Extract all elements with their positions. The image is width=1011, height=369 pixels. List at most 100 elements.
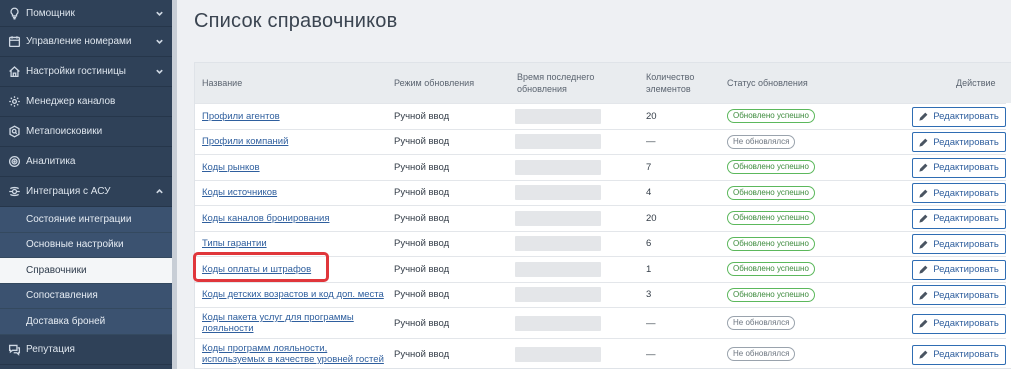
directory-link[interactable]: Коды пакета услуг для программы лояльнос… (202, 312, 387, 334)
edit-button[interactable]: Редактировать (912, 106, 1006, 127)
status-cell: Обновлено успешно (727, 232, 815, 257)
status-cell: Обновлено успешно (727, 257, 815, 282)
sidebar-item-analytics[interactable]: Аналитика (0, 147, 172, 177)
update-mode-cell: Ручной ввод (394, 348, 450, 360)
table-row: Коды рынков Ручной ввод 7 Обновлено успешно… (195, 154, 1006, 180)
sidebar-item-reputation[interactable]: Репутация (0, 335, 172, 365)
sidebar-item-label: Репутация (26, 343, 75, 355)
sidebar-subitem-directories[interactable]: Справочники (0, 258, 172, 284)
edit-button[interactable]: Редактировать (912, 344, 1006, 365)
last-update-cell (515, 232, 601, 257)
sidebar-item-pms-integration[interactable]: Интеграция с АСУ (0, 177, 172, 207)
redacted-timestamp (515, 210, 601, 226)
edit-button[interactable]: Редактировать (912, 157, 1006, 178)
status-cell: Обновлено успешно (727, 283, 815, 308)
pencil-icon (919, 138, 928, 147)
status-badge: Обновлено успешно (727, 262, 815, 277)
edit-button[interactable]: Редактировать (912, 183, 1006, 204)
last-update-cell (515, 283, 601, 308)
status-cell: Обновлено успешно (727, 206, 815, 231)
page-title: Список справочников (194, 10, 398, 32)
sidebar: Помощник Управление номерами Настройки г… (0, 0, 172, 369)
edit-button[interactable]: Редактировать (912, 234, 1006, 255)
status-cell: Обновлено успешно (727, 104, 815, 129)
update-mode-cell: Ручной ввод (394, 161, 450, 173)
directory-link[interactable]: Коды источников (202, 187, 277, 198)
status-badge: Не обновлялся (727, 316, 796, 330)
edit-button[interactable]: Редактировать (912, 313, 1006, 334)
sidebar-item-label: Интеграция с АСУ (26, 186, 111, 197)
sidebar-subitem-integration-status[interactable]: Состояние интеграции (0, 207, 172, 233)
redacted-timestamp (515, 315, 601, 331)
directory-name-cell: Коды каналов бронирования (202, 206, 387, 231)
column-header-name: Название (202, 78, 243, 88)
chevron-up-icon (154, 187, 164, 197)
update-mode-cell: Ручной ввод (394, 263, 450, 275)
sidebar-item-room-management[interactable]: Управление номерами (0, 27, 172, 57)
pencil-icon (919, 163, 928, 172)
integration-icon (6, 184, 22, 200)
sidebar-subitem-booking-delivery[interactable]: Доставка броней (0, 309, 172, 335)
column-header-mode: Режим обновления (394, 78, 475, 88)
sidebar-subitem-main-settings[interactable]: Основные настройки (0, 233, 172, 258)
table-row: Коды источников Ручной ввод 4 Обновлено усп… (195, 179, 1006, 206)
directory-link[interactable]: Типы гарантии (202, 238, 267, 249)
last-update-cell (515, 104, 601, 129)
edit-button-label: Редактировать (933, 187, 999, 199)
directories-table: Название Режим обновления Время последне… (194, 62, 1011, 369)
last-update-cell (515, 206, 601, 231)
sidebar-item-label: Управление номерами (26, 36, 132, 47)
redacted-timestamp (515, 185, 601, 201)
directory-link[interactable]: Профили компаний (202, 136, 288, 147)
status-badge: Обновлено успешно (727, 109, 815, 124)
edit-button[interactable]: Редактировать (912, 259, 1006, 280)
pencil-icon (919, 350, 928, 359)
table-row: Профили агентов Ручной ввод 20 Обновлено ус… (195, 103, 1006, 129)
pencil-icon (919, 265, 928, 274)
edit-button[interactable]: Редактировать (912, 208, 1006, 229)
sidebar-item-metasearch[interactable]: Метапоисковики (0, 117, 172, 147)
sidebar-submenu: Состояние интеграции Основные настройки … (0, 207, 172, 335)
update-mode-cell: Ручной ввод (394, 136, 450, 148)
directory-name-cell: Коды рынков (202, 155, 387, 180)
table-row: Коды оплаты и штрафов Ручной ввод 1 Обновле… (195, 256, 1006, 282)
status-badge: Обновлено успешно (727, 160, 815, 175)
directory-link[interactable]: Коды каналов бронирования (202, 213, 329, 224)
sidebar-subitem-mappings[interactable]: Сопоставления (0, 284, 172, 309)
edit-button[interactable]: Редактировать (912, 132, 1006, 153)
status-badge: Обновлено успешно (727, 236, 815, 251)
directory-link[interactable]: Коды оплаты и штрафов (202, 264, 311, 275)
directory-name-cell: Профили компаний (202, 130, 387, 155)
main-content: Список справочников Название Режим обнов… (177, 0, 1011, 369)
pencil-icon (919, 112, 928, 121)
table-header: Название Режим обновления Время последне… (195, 63, 1011, 103)
chat-icon (6, 341, 22, 357)
directory-name-cell: Коды источников (202, 181, 387, 206)
table-row: Типы гарантии Ручной ввод 6 Обновлено успеш… (195, 230, 1006, 257)
directory-link[interactable]: Коды детских возрастов и код доп. места (202, 289, 384, 300)
directory-name-cell: Типы гарантии (202, 232, 387, 257)
edit-button-label: Редактировать (933, 264, 999, 276)
edit-button[interactable]: Редактировать (912, 285, 1006, 306)
table-row: Профили компаний Ручной ввод — Не обновлялс… (195, 128, 1006, 155)
directory-link[interactable]: Профили агентов (202, 111, 280, 122)
sidebar-item-channel-manager[interactable]: Менеджер каналов (0, 87, 172, 117)
sidebar-item-hotel-settings[interactable]: Настройки гостиницы (0, 57, 172, 87)
update-mode-cell: Ручной ввод (394, 317, 450, 329)
pencil-icon (919, 189, 928, 198)
status-cell: Не обновлялся (727, 339, 796, 369)
pencil-icon (919, 214, 928, 223)
directory-link[interactable]: Коды рынков (202, 162, 260, 173)
pencil-icon (919, 291, 928, 300)
search-icon (6, 124, 22, 140)
edit-button-label: Редактировать (933, 111, 999, 123)
sidebar-item-label: Метапоисковики (26, 126, 103, 137)
redacted-timestamp (515, 287, 601, 303)
directory-name-cell: Коды программ лояльности, используемых в… (202, 339, 387, 369)
status-cell: Обновлено успешно (727, 181, 815, 206)
sidebar-item-assistant[interactable]: Помощник (0, 0, 172, 27)
update-mode-cell: Ручной ввод (394, 238, 450, 250)
sidebar-item-label: Настройки гостиницы (26, 66, 126, 77)
directory-link[interactable]: Коды программ лояльности, используемых в… (202, 343, 387, 365)
status-badge: Не обновлялся (727, 134, 796, 149)
